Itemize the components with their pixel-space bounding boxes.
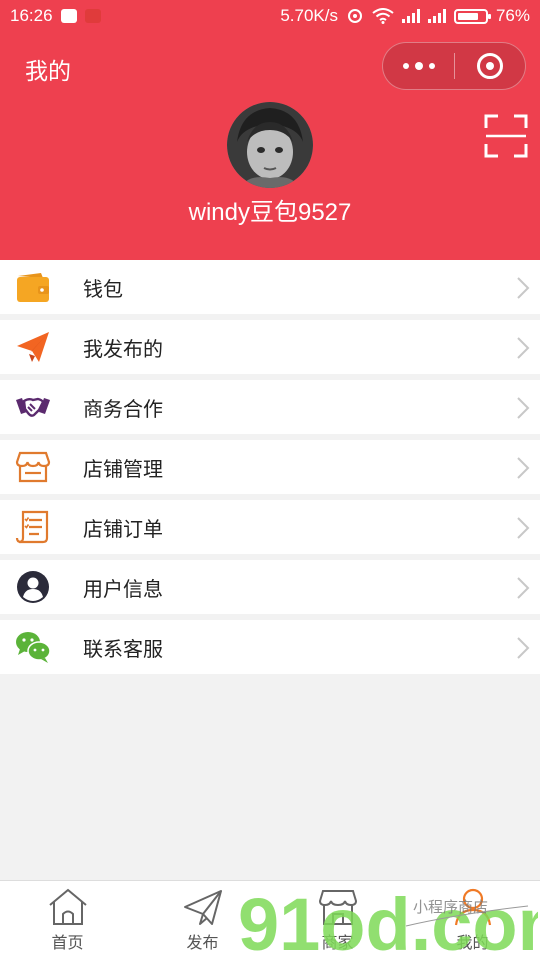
- battery-icon: [453, 8, 491, 24]
- tab-publish[interactable]: 发布: [135, 881, 270, 960]
- page-title: 我的: [25, 58, 71, 84]
- wechat-icon: [16, 632, 51, 663]
- wifi-icon: [372, 8, 394, 24]
- menu-label: 钱包: [83, 278, 123, 301]
- tab-merchants[interactable]: 商家: [270, 881, 405, 960]
- miniprogram-capsule: [382, 42, 526, 90]
- user-icon: [17, 571, 49, 603]
- signal-icon-2: [427, 9, 446, 23]
- network-speed: 5.70K/s: [280, 6, 338, 25]
- menu-label: 我发布的: [83, 338, 163, 361]
- tab-label: 发布: [186, 935, 219, 952]
- avatar-photo: [227, 102, 313, 188]
- close-miniprogram-button[interactable]: [455, 43, 525, 89]
- tab-label: 首页: [51, 935, 84, 952]
- send-icon: [183, 890, 222, 925]
- tab-label: 商家: [321, 935, 354, 952]
- menu-label: 商务合作: [83, 398, 163, 421]
- chevron-right-icon: [517, 637, 530, 659]
- menu-label: 店铺管理: [83, 458, 163, 481]
- tab-home[interactable]: 首页: [0, 881, 135, 960]
- notification-stock-icon: [84, 9, 101, 23]
- chevron-right-icon: [517, 457, 530, 479]
- notification-app-icon: [60, 9, 77, 23]
- avatar[interactable]: [227, 102, 313, 188]
- chevron-right-icon: [517, 397, 530, 419]
- shop-icon: [318, 890, 357, 925]
- paper-plane-icon: [17, 332, 49, 362]
- home-icon: [48, 888, 87, 925]
- signal-icon-1: [401, 9, 420, 23]
- chevron-right-icon: [517, 517, 530, 539]
- order-list-icon: [15, 510, 49, 544]
- status-bar: 16:26 5.70K/s 76%: [0, 0, 540, 32]
- profile-menu: 钱包 我发布的 商务合作 店铺管理 店铺订单 用户信息 联系客服: [0, 260, 540, 680]
- sync-icon: [347, 9, 362, 23]
- menu-label: 联系客服: [83, 638, 163, 661]
- status-time: 16:26: [10, 6, 53, 25]
- menu-item-business-cooperation[interactable]: 商务合作: [0, 380, 540, 434]
- menu-item-store-orders[interactable]: 店铺订单: [0, 500, 540, 554]
- tab-mine[interactable]: 我的: [405, 881, 540, 960]
- store-icon: [15, 451, 51, 483]
- profile-header: 我的 windy豆包9527: [0, 32, 540, 260]
- chevron-right-icon: [517, 577, 530, 599]
- menu-label: 店铺订单: [83, 518, 163, 541]
- menu-label: 用户信息: [83, 578, 163, 601]
- wallet-icon: [17, 273, 49, 302]
- more-button[interactable]: [383, 43, 454, 89]
- bottom-tab-bar: 首页 发布 商家 我的: [0, 880, 540, 960]
- target-icon: [476, 53, 503, 79]
- handshake-icon: [16, 397, 50, 417]
- username: windy豆包9527: [188, 199, 352, 226]
- scan-icon[interactable]: [484, 114, 528, 158]
- menu-item-customer-service[interactable]: 联系客服: [0, 620, 540, 674]
- profile-icon: [454, 888, 491, 926]
- menu-item-wallet[interactable]: 钱包: [0, 260, 540, 314]
- menu-item-user-info[interactable]: 用户信息: [0, 560, 540, 614]
- battery-percent: 76%: [495, 6, 530, 25]
- menu-item-store-management[interactable]: 店铺管理: [0, 440, 540, 494]
- menu-item-my-posts[interactable]: 我发布的: [0, 320, 540, 374]
- chevron-right-icon: [517, 337, 530, 359]
- tab-label: 我的: [456, 935, 489, 952]
- chevron-right-icon: [517, 277, 530, 299]
